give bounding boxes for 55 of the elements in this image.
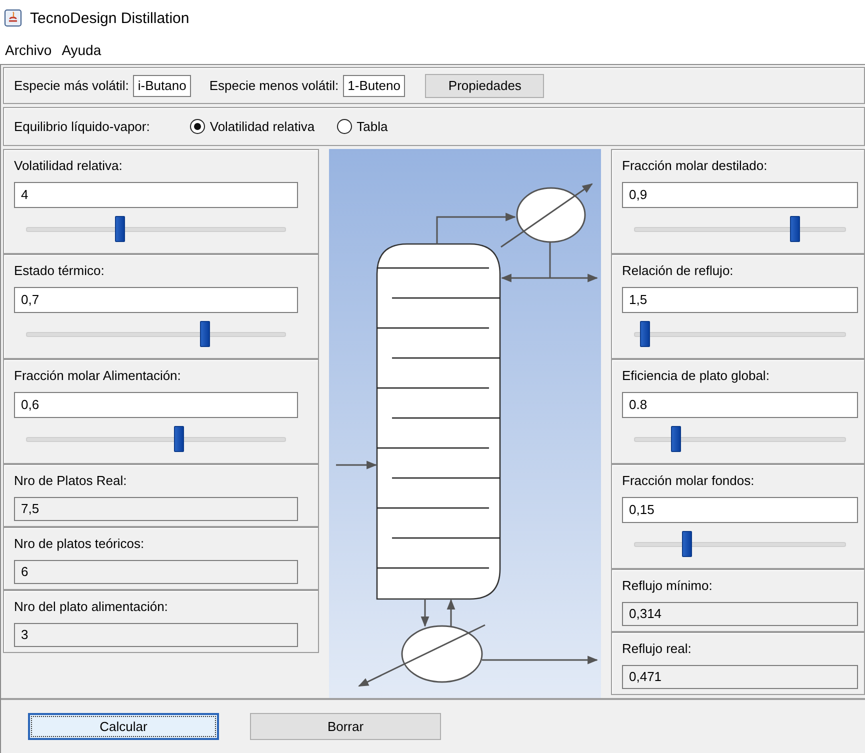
field-label: Nro del plato alimentación: [14, 599, 168, 615]
action-button[interactable]: Borrar [250, 713, 441, 740]
field-label: Fracción molar Alimentación: [14, 368, 181, 384]
slider-thumb[interactable] [114, 216, 125, 242]
slider[interactable] [26, 426, 286, 452]
menu-item[interactable]: Ayuda [62, 42, 102, 58]
field-label: Reflujo mínimo: [622, 578, 712, 594]
slider[interactable] [634, 426, 846, 452]
output-field: 6 [14, 560, 298, 584]
slider-thumb[interactable] [671, 426, 682, 452]
field-label: Reflujo real: [622, 641, 692, 657]
app-icon [4, 9, 22, 27]
input-field[interactable]: 0,6 [14, 392, 298, 418]
slider-thumb[interactable] [200, 321, 210, 347]
slider[interactable] [634, 531, 846, 557]
input-field[interactable]: 1-Buteno [342, 74, 406, 96]
slider[interactable] [26, 216, 286, 242]
vapor-return-arrow [446, 598, 456, 626]
field-label: Eficiencia de plato global: [622, 368, 770, 384]
field-label: Especie menos volátil: [209, 78, 339, 93]
field-label: Fracción molar fondos: [622, 473, 754, 489]
field-label: Especie más volátil: [14, 78, 129, 93]
input-field[interactable]: 1,5 [622, 287, 858, 313]
field-label: Volatilidad relativa: [14, 158, 122, 174]
properties-button[interactable]: Propiedades [425, 74, 544, 98]
field-label: Nro de platos teóricos: [14, 536, 144, 552]
slider-thumb[interactable] [682, 531, 692, 557]
field-label: Fracción molar destilado: [622, 158, 768, 174]
output-field: 0,314 [622, 602, 858, 626]
field-label: Nro de Platos Real: [14, 473, 127, 489]
input-field[interactable]: i-Butano [132, 74, 192, 96]
input-field[interactable]: 0,9 [622, 182, 858, 208]
radio-option[interactable]: Tabla [336, 119, 388, 134]
feed-arrow [336, 460, 378, 470]
output-field: 0,471 [622, 665, 858, 689]
action-button[interactable]: Calcular [28, 713, 219, 740]
slider[interactable] [26, 321, 286, 347]
window-title: TecnoDesign Distillation [30, 10, 190, 26]
liquid-arrow [420, 599, 430, 628]
slider[interactable] [634, 321, 846, 347]
output-field: 3 [14, 623, 298, 647]
input-field[interactable]: 0.8 [622, 392, 858, 418]
slider-thumb[interactable] [640, 321, 650, 347]
slider[interactable] [634, 216, 846, 242]
menu-item[interactable]: Archivo [5, 42, 52, 58]
field-label: Estado térmico: [14, 263, 104, 279]
field-label: Relación de reflujo: [622, 263, 734, 279]
input-field[interactable]: 4 [14, 182, 298, 208]
input-field[interactable]: 0,15 [622, 497, 858, 523]
input-field[interactable]: 0,7 [14, 287, 298, 313]
radio-option[interactable]: Volatilidad relativa [190, 119, 315, 134]
slider-thumb[interactable] [174, 426, 184, 452]
slider-thumb[interactable] [790, 216, 800, 242]
field-label: Equilibrio líquido-vapor: [14, 119, 150, 134]
output-field: 7,5 [14, 497, 298, 521]
